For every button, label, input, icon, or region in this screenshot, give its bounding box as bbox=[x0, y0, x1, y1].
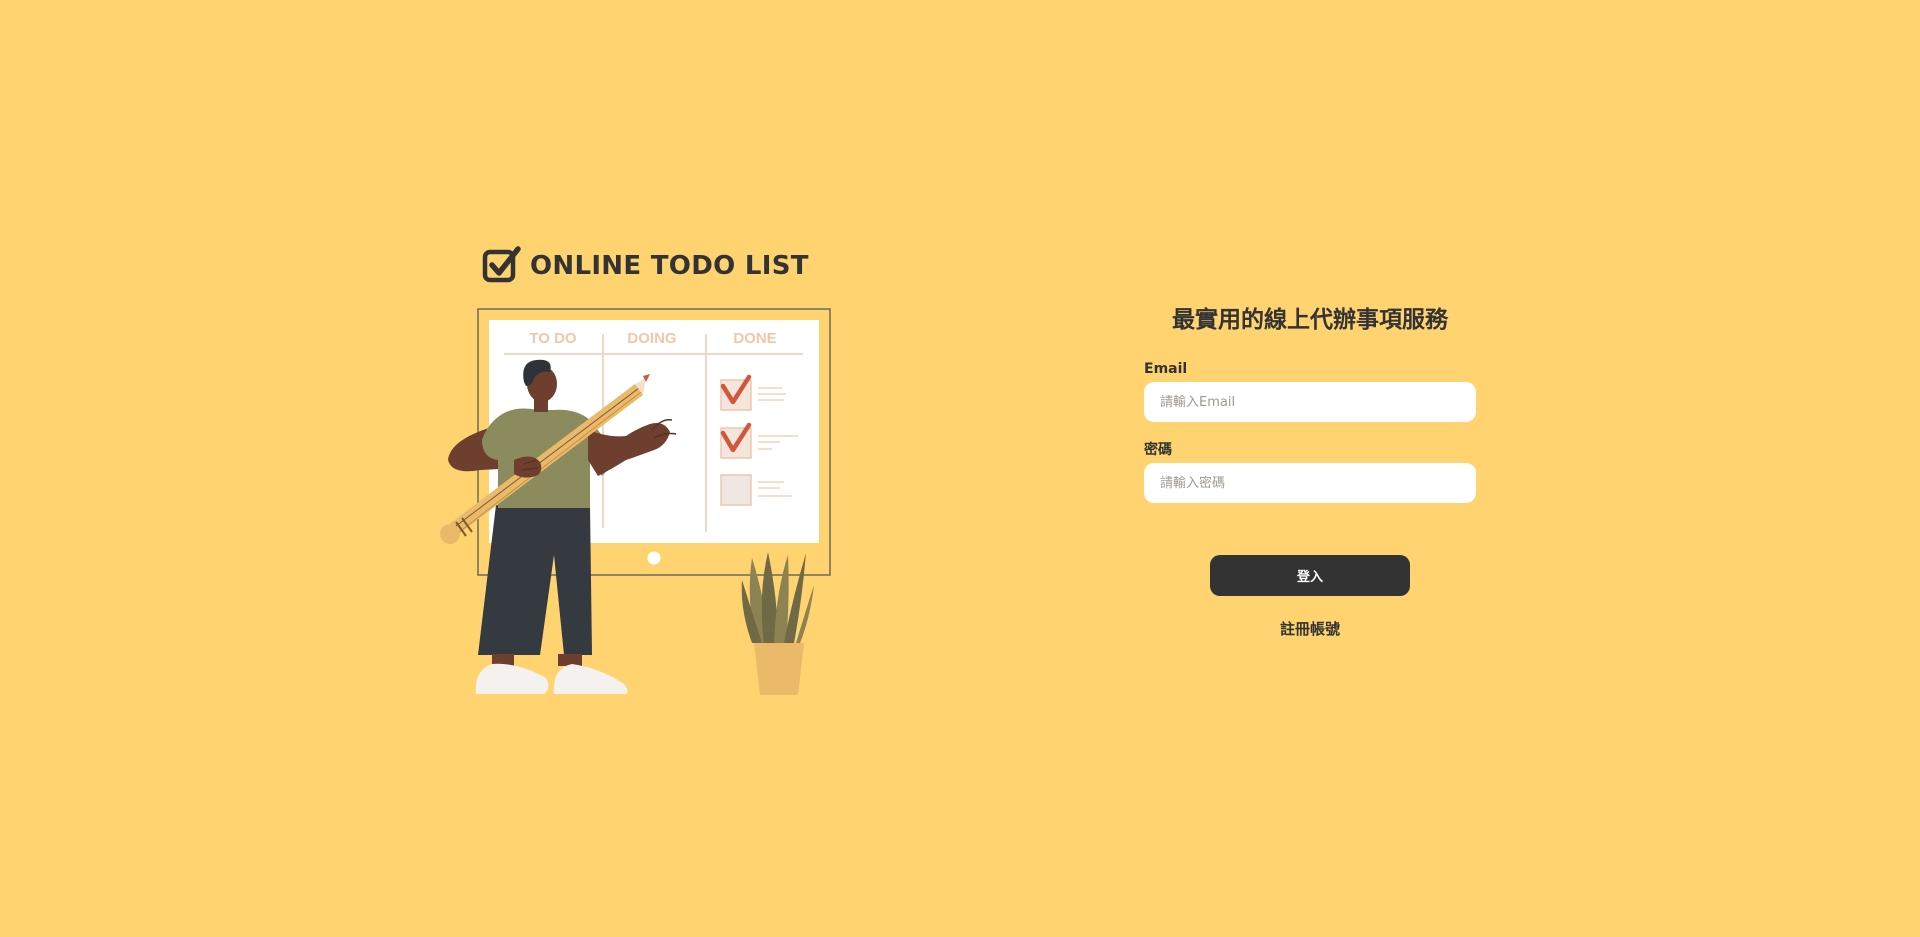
email-group: Email bbox=[1144, 360, 1476, 422]
potted-plant bbox=[741, 552, 814, 695]
login-button[interactable]: 登入 bbox=[1210, 555, 1410, 596]
email-label: Email bbox=[1144, 361, 1188, 377]
column-done: DONE bbox=[733, 330, 776, 347]
column-todo: TO DO bbox=[529, 330, 577, 347]
password-label: 密碼 bbox=[1144, 442, 1172, 458]
brand-logo-text: ONLINE TODO LIST bbox=[530, 251, 809, 281]
page-tagline: 最實用的線上代辦事項服務 bbox=[1172, 307, 1448, 333]
login-form: 最實用的線上代辦事項服務 Email 密碼 登入 註冊帳號 bbox=[1144, 300, 1476, 639]
hero-illustration: TO DO DOING DONE bbox=[440, 300, 840, 700]
brand-logo[interactable]: ONLINE TODO LIST bbox=[482, 246, 809, 286]
password-group: 密碼 bbox=[1144, 441, 1476, 503]
password-input[interactable] bbox=[1144, 463, 1476, 503]
email-input[interactable] bbox=[1144, 382, 1476, 422]
checkbox-check-icon bbox=[482, 246, 521, 283]
column-doing: DOING bbox=[627, 330, 676, 347]
board-button bbox=[647, 551, 661, 565]
login-page: ONLINE TODO LIST TO DO DOING DONE 最實用的線上… bbox=[0, 0, 1920, 937]
register-link[interactable]: 註冊帳號 bbox=[1144, 618, 1476, 639]
